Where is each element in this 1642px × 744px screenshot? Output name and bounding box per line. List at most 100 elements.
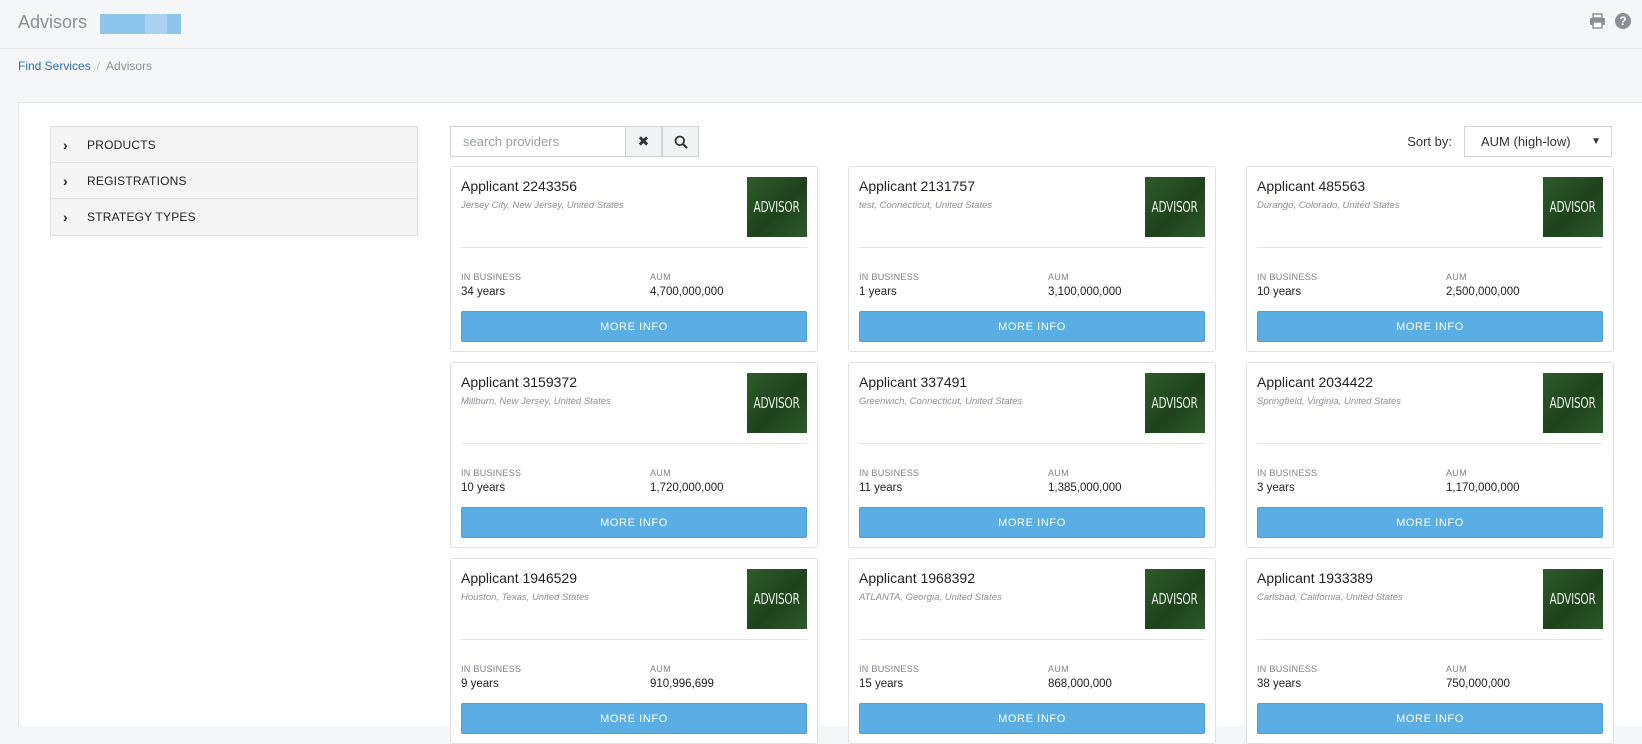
sort-label: Sort by: (1407, 134, 1452, 149)
logo-text: ADVISOR (753, 394, 801, 412)
advisor-name: Applicant 2243356 (461, 178, 577, 194)
aum-label: AUM (1446, 664, 1467, 674)
sort-select[interactable]: AUM (high-low) ▼ (1464, 126, 1612, 157)
advisor-name: Applicant 2131757 (859, 178, 975, 194)
in-business-label: IN BUSINESS (859, 468, 920, 478)
page-title: Advisors (18, 12, 88, 32)
card-divider (1257, 247, 1603, 248)
aum-label: AUM (1048, 272, 1069, 282)
title-badge (100, 14, 181, 34)
aum-value: 1,720,000,000 (650, 482, 724, 494)
advisor-location: Springfield, Virginia, United States (1257, 396, 1401, 407)
advisor-name: Applicant 1968392 (859, 570, 975, 586)
more-info-button[interactable]: MORE INFO (461, 311, 807, 342)
advisor-logo: ADVISOR (1543, 177, 1603, 237)
clear-search-button[interactable]: ✖ (625, 126, 662, 157)
search-button[interactable] (662, 126, 699, 157)
advisor-name: Applicant 2034422 (1257, 374, 1373, 390)
more-info-button[interactable]: MORE INFO (859, 311, 1205, 342)
in-business-label: IN BUSINESS (859, 272, 920, 282)
advisor-card: Applicant 2243356 Jersey City, New Jerse… (450, 166, 818, 352)
in-business-value: 10 years (461, 482, 506, 494)
in-business-value: 15 years (859, 678, 904, 690)
filter-products[interactable]: › PRODUCTS (51, 127, 417, 163)
advisor-card: Applicant 1946529 Houston, Texas, United… (450, 558, 818, 744)
breadcrumb-current: Advisors (106, 59, 153, 73)
aum-label: AUM (1048, 468, 1069, 478)
advisor-card: Applicant 1968392 ATLANTA, Georgia, Unit… (848, 558, 1216, 744)
advisor-card: Applicant 337491 Greenwich, Connecticut,… (848, 362, 1216, 548)
in-business-label: IN BUSINESS (1257, 272, 1318, 282)
aum-value: 2,500,000,000 (1446, 286, 1520, 298)
advisor-logo: ADVISOR (1543, 373, 1603, 433)
card-divider (1257, 639, 1603, 640)
search-input[interactable] (450, 126, 625, 157)
breadcrumb: Find Services / Advisors (18, 59, 152, 73)
filter-strategy-types[interactable]: › STRATEGY TYPES (51, 199, 417, 235)
filter-registrations[interactable]: › REGISTRATIONS (51, 163, 417, 199)
more-info-button[interactable]: MORE INFO (1257, 507, 1603, 538)
logo-text: ADVISOR (1151, 198, 1199, 216)
more-info-button[interactable]: MORE INFO (859, 703, 1205, 734)
advisor-name: Applicant 1946529 (461, 570, 577, 586)
help-icon[interactable]: ? (1614, 12, 1632, 30)
chevron-right-icon: › (63, 172, 68, 189)
more-info-button[interactable]: MORE INFO (461, 703, 807, 734)
card-divider (461, 639, 807, 640)
card-divider (461, 443, 807, 444)
card-divider (859, 247, 1205, 248)
card-divider (461, 247, 807, 248)
card-divider (859, 639, 1205, 640)
aum-value: 750,000,000 (1446, 678, 1510, 690)
header-actions: ? (1588, 12, 1632, 30)
advisor-location: test, Connecticut, United States (859, 200, 993, 211)
advisor-card: Applicant 2034422 Springfield, Virginia,… (1246, 362, 1614, 548)
in-business-value: 1 years (859, 286, 897, 298)
search-group: ✖ (450, 126, 699, 157)
advisor-location: Millburn, New Jersey, United States (461, 396, 611, 407)
logo-text: ADVISOR (753, 590, 801, 608)
filter-accordion: › PRODUCTS › REGISTRATIONS › STRATEGY TY… (50, 126, 418, 236)
in-business-value: 10 years (1257, 286, 1302, 298)
advisor-logo: ADVISOR (747, 177, 807, 237)
more-info-button[interactable]: MORE INFO (859, 507, 1205, 538)
advisor-logo: ADVISOR (747, 569, 807, 629)
more-info-button[interactable]: MORE INFO (1257, 703, 1603, 734)
filter-label: PRODUCTS (87, 137, 156, 152)
advisor-location: Houston, Texas, United States (461, 592, 589, 603)
aum-value: 4,700,000,000 (650, 286, 724, 298)
card-divider (859, 443, 1205, 444)
search-icon (674, 135, 688, 149)
more-info-button[interactable]: MORE INFO (1257, 311, 1603, 342)
advisor-location: Carlsbad, California, United States (1257, 592, 1403, 603)
advisor-logo: ADVISOR (747, 373, 807, 433)
filter-label: STRATEGY TYPES (87, 210, 196, 224)
advisor-location: Jersey City, New Jersey, United States (461, 200, 624, 211)
advisor-location: Greenwich, Connecticut, United States (859, 396, 1023, 407)
more-info-button[interactable]: MORE INFO (461, 507, 807, 538)
advisor-location: Durango, Colorado, United States (1257, 200, 1400, 211)
advisor-location: ATLANTA, Georgia, United States (859, 592, 1002, 603)
logo-text: ADVISOR (1549, 590, 1597, 608)
logo-text: ADVISOR (753, 198, 801, 216)
logo-text: ADVISOR (1151, 394, 1199, 412)
aum-label: AUM (650, 468, 671, 478)
breadcrumb-separator: / (96, 59, 101, 73)
sort-selected-value: AUM (high-low) (1481, 134, 1571, 149)
in-business-value: 11 years (859, 482, 903, 494)
logo-text: ADVISOR (1549, 198, 1597, 216)
close-icon: ✖ (637, 133, 650, 149)
in-business-value: 34 years (461, 286, 506, 298)
chevron-right-icon: › (63, 209, 68, 225)
advisor-logo: ADVISOR (1543, 569, 1603, 629)
advisor-name: Applicant 485563 (1257, 178, 1366, 194)
in-business-value: 3 years (1257, 482, 1295, 494)
advisor-grid: Applicant 2243356 Jersey City, New Jerse… (450, 166, 1614, 744)
advisor-name: Applicant 3159372 (461, 374, 577, 390)
advisor-name: Applicant 1933389 (1257, 570, 1373, 586)
aum-value: 868,000,000 (1048, 678, 1112, 690)
printer-icon[interactable] (1588, 12, 1606, 30)
advisor-card: Applicant 2131757 test, Connecticut, Uni… (848, 166, 1216, 352)
advisor-card: Applicant 485563 Durango, Colorado, Unit… (1246, 166, 1614, 352)
breadcrumb-link-find-services[interactable]: Find Services (18, 59, 91, 73)
